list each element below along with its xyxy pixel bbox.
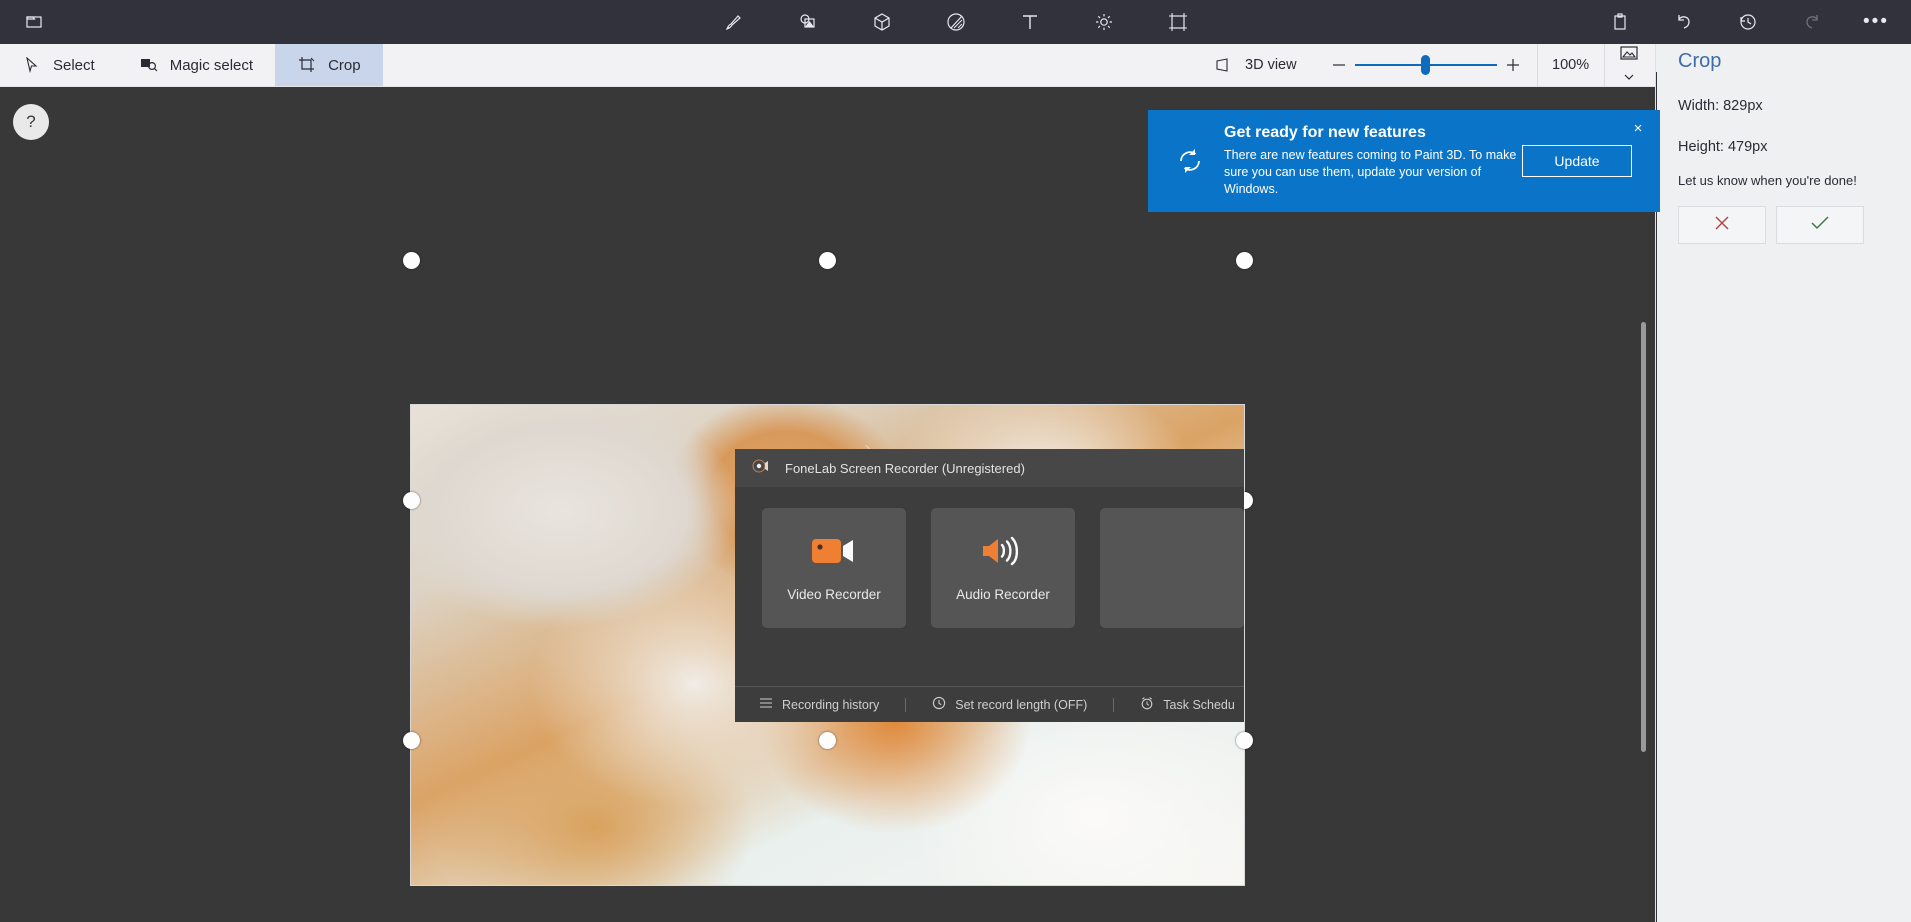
alarm-clock-icon — [1140, 696, 1154, 713]
footer-separator — [1113, 697, 1115, 712]
panel-title: Crop — [1678, 50, 1722, 72]
list-icon — [759, 696, 773, 713]
close-icon[interactable]: × — [1628, 118, 1648, 138]
canvas-vertical-scrollbar[interactable] — [1641, 322, 1646, 752]
record-mute-icon — [751, 458, 773, 479]
more-icon[interactable]: ••• — [1863, 9, 1889, 35]
top-toolbar: ••• — [0, 0, 1911, 44]
zoom-slider-thumb[interactable] — [1420, 55, 1430, 75]
paint3d-window: ••• Select Magic select Crop 3D view 100… — [0, 0, 1911, 922]
cursor-icon — [22, 55, 42, 75]
ribbon-item-magic-select-label: Magic select — [169, 56, 254, 74]
set-record-length-button[interactable]: Set record length (OFF) — [932, 696, 1087, 713]
footer-separator — [905, 697, 907, 712]
view-controls: 3D view 100% — [1200, 43, 1655, 87]
recording-history-button[interactable]: Recording history — [759, 696, 879, 713]
fonelab-recorder-window[interactable]: FoneLab Screen Recorder (Unregistered) V… — [735, 449, 1244, 722]
notification-body: There are new features coming to Paint 3… — [1224, 147, 1517, 197]
video-recorder-label: Video Recorder — [787, 587, 881, 602]
undo-icon[interactable] — [1671, 9, 1697, 35]
speaker-icon — [979, 534, 1027, 573]
crop-handle-top-right[interactable] — [1236, 252, 1253, 269]
task-scheduler-button[interactable]: Task Schedu — [1140, 696, 1235, 713]
crop-handle-bottom-right[interactable] — [1236, 732, 1253, 749]
zoom-control — [1323, 49, 1529, 81]
zoom-percent-label[interactable]: 100% — [1536, 43, 1605, 87]
crop-width-value: Width: 829px — [1678, 98, 1763, 114]
update-notification: Get ready for new features There are new… — [1148, 110, 1660, 212]
ribbon-item-crop[interactable]: Crop — [275, 44, 383, 86]
clipboard-icon[interactable] — [1607, 9, 1633, 35]
more-icon-glyph: ••• — [1863, 11, 1889, 32]
text-icon[interactable] — [1015, 7, 1045, 37]
art-tools-icon[interactable] — [719, 7, 749, 37]
redo-icon[interactable] — [1799, 9, 1825, 35]
recording-history-label: Recording history — [782, 697, 880, 712]
3d-view-icon — [1214, 55, 1234, 75]
history-icon[interactable] — [1735, 9, 1761, 35]
crop-icon — [297, 55, 317, 75]
ribbon-item-select[interactable]: Select — [0, 44, 117, 86]
ribbon-item-select-label: Select — [53, 56, 95, 74]
zoom-out-button[interactable] — [1323, 49, 1355, 81]
fonelab-title-bar[interactable]: FoneLab Screen Recorder (Unregistered) — [735, 449, 1244, 487]
magic-select-icon — [139, 55, 159, 75]
refresh-icon — [1170, 146, 1210, 176]
effects-icon[interactable] — [941, 7, 971, 37]
crop-handle-bottom-center[interactable] — [819, 732, 836, 749]
effects-light-icon[interactable] — [1089, 7, 1119, 37]
ribbon-item-magic-select[interactable]: Magic select — [117, 44, 275, 86]
folder-menu-icon[interactable] — [23, 10, 47, 34]
notification-text: Get ready for new features There are new… — [1210, 124, 1522, 199]
set-record-length-label: Set record length (OFF) — [955, 697, 1088, 712]
crop-properties-panel: Crop Width: 829px Height: 479px Let us k… — [1655, 44, 1911, 922]
cancel-x-icon — [1712, 213, 1732, 238]
3d-view-label: 3D view — [1245, 57, 1297, 73]
task-scheduler-label: Task Schedu — [1163, 697, 1235, 712]
ribbon-item-crop-label: Crop — [328, 56, 361, 74]
chevron-down-icon — [1624, 67, 1634, 85]
canvas-icon[interactable] — [1163, 7, 1193, 37]
fonelab-title-text: FoneLab Screen Recorder (Unregistered) — [785, 460, 1025, 476]
notification-title: Get ready for new features — [1224, 123, 1426, 141]
audio-recorder-label: Audio Recorder — [956, 587, 1050, 602]
audio-recorder-card[interactable]: Audio Recorder — [931, 508, 1075, 628]
crop-height-value: Height: 479px — [1678, 139, 1768, 155]
image-fit-icon — [1619, 45, 1639, 66]
third-recorder-card-partial[interactable] — [1100, 508, 1244, 628]
crop-confirm-button[interactable] — [1776, 206, 1864, 244]
help-button[interactable]: ? — [13, 104, 49, 140]
video-camera-icon — [810, 534, 858, 573]
crop-handle-middle-left[interactable] — [403, 492, 420, 509]
stickers-icon[interactable] — [793, 7, 823, 37]
fit-to-screen-button[interactable] — [1605, 44, 1653, 87]
confirm-check-icon — [1809, 213, 1831, 238]
crop-handle-top-center[interactable] — [819, 252, 836, 269]
clock-icon — [932, 696, 946, 713]
crop-handle-bottom-left[interactable] — [403, 732, 420, 749]
video-recorder-card[interactable]: Video Recorder — [762, 508, 906, 628]
3d-view-button[interactable]: 3D view — [1200, 55, 1311, 75]
crop-cancel-button[interactable] — [1678, 206, 1766, 244]
fonelab-card-row: Video Recorder Audio Recorder — [735, 487, 1244, 686]
zoom-in-button[interactable] — [1497, 49, 1529, 81]
menu-area — [0, 10, 70, 34]
zoom-slider[interactable] — [1354, 49, 1497, 81]
fonelab-footer: Recording history Set record length (OFF… — [735, 686, 1244, 722]
3d-shapes-icon[interactable] — [867, 7, 897, 37]
update-button[interactable]: Update — [1522, 145, 1632, 177]
crop-action-buttons — [1678, 206, 1889, 244]
crop-handle-top-left[interactable] — [403, 252, 420, 269]
top-right-tools: ••• — [1607, 0, 1905, 44]
crop-hint-text: Let us know when you're done! — [1678, 173, 1857, 188]
